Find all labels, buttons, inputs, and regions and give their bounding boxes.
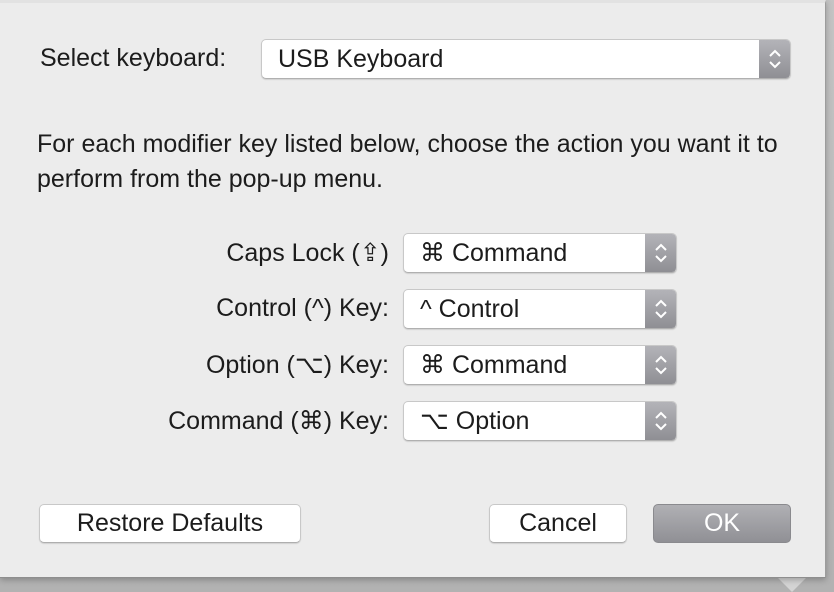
caps-lock-action-select[interactable]: ⌘ Command [403,233,677,273]
caps-lock-action-value: ⌘ Command [420,239,568,267]
command-key-action-value: ⌥ Option [420,407,530,435]
option-key-label: Option (⌥) Key: [205,351,389,379]
command-key-label: Command (⌘) Key: [168,407,389,435]
chevron-up-down-icon[interactable] [645,234,676,272]
control-key-action-value: ^ Control [420,294,520,323]
control-key-label: Control (^) Key: [216,294,389,322]
caps-lock-label: Caps Lock (⇪) [226,239,389,267]
ok-button[interactable]: OK [653,504,791,543]
cancel-button[interactable]: Cancel [489,504,627,543]
chevron-up-down-icon[interactable] [759,40,790,78]
option-key-action-value: ⌘ Command [420,351,568,379]
restore-defaults-button[interactable]: Restore Defaults [39,504,301,543]
control-key-action-select[interactable]: ^ Control [403,289,677,329]
instructions-text: For each modifier key listed below, choo… [37,130,778,193]
keyboard-select-value: USB Keyboard [278,44,444,73]
option-key-action-select[interactable]: ⌘ Command [403,345,677,385]
chevron-up-down-icon[interactable] [645,402,676,440]
keyboard-select[interactable]: USB Keyboard [261,39,791,79]
modifier-keys-sheet: Select keyboard: USB Keyboard For each m… [0,0,826,578]
command-key-action-select[interactable]: ⌥ Option [403,401,677,441]
select-keyboard-label: Select keyboard: [40,44,227,72]
chevron-up-down-icon[interactable] [645,290,676,328]
chevron-up-down-icon[interactable] [645,346,676,384]
sheet-pointer [778,578,806,592]
